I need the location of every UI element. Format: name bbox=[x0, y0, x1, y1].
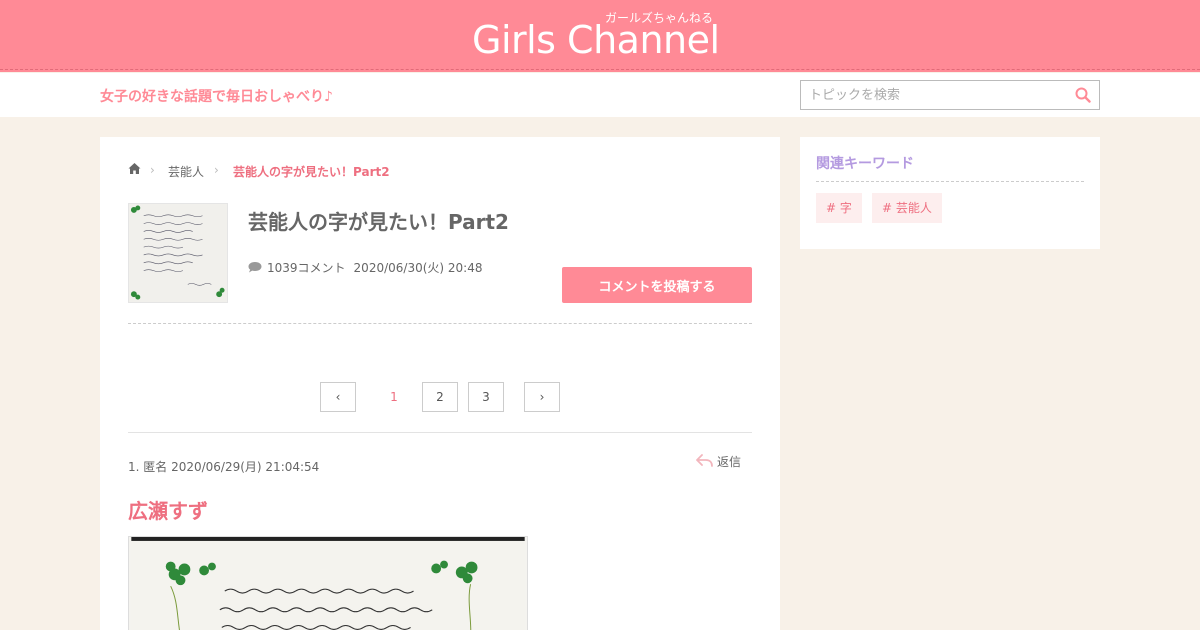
sidebar-divider bbox=[816, 181, 1084, 182]
related-keywords-title: 関連キーワード bbox=[816, 156, 914, 172]
page-2-button[interactable]: 2 bbox=[422, 382, 458, 412]
site-logo[interactable]: Girls Channel ガールズちゃんねる bbox=[472, 11, 732, 62]
site-header: Girls Channel ガールズちゃんねる bbox=[0, 0, 1200, 72]
reply-label: 返信 bbox=[717, 455, 742, 469]
page-3-button[interactable]: 3 bbox=[468, 382, 504, 412]
search-input[interactable] bbox=[801, 81, 1066, 109]
keyword-tag[interactable]: # 芸能人 bbox=[872, 193, 942, 223]
comment-count[interactable]: 1039コメント bbox=[267, 261, 346, 275]
topic-thumbnail[interactable] bbox=[128, 203, 228, 303]
comment-bubble-icon bbox=[248, 262, 262, 273]
site-tagline: 女子の好きな話題で毎日おしゃべり♪ bbox=[100, 89, 333, 105]
comments-divider bbox=[128, 432, 752, 433]
topic-panel: › 芸能人 › 芸能人の字が見たい！Part2 芸能人の字が見たい！Part2 … bbox=[100, 137, 780, 630]
next-page-button[interactable]: › bbox=[524, 382, 560, 412]
header-divider bbox=[0, 69, 1200, 70]
comment-header: 1. 匿名 2020/06/29(月) 21:04:54 bbox=[128, 460, 320, 474]
handwriting-letter-image bbox=[131, 537, 525, 630]
related-keywords-panel: 関連キーワード # 字 # 芸能人 bbox=[800, 137, 1100, 249]
keyword-tag[interactable]: # 字 bbox=[816, 193, 862, 223]
chevron-right-icon: › bbox=[214, 163, 219, 177]
breadcrumb-category[interactable]: 芸能人 bbox=[168, 163, 204, 180]
topic-title: 芸能人の字が見たい！Part2 bbox=[248, 210, 509, 234]
logo-subtitle: ガールズちゃんねる bbox=[605, 11, 714, 25]
reply-button[interactable]: 返信 bbox=[696, 453, 741, 470]
section-divider bbox=[128, 323, 752, 324]
chevron-right-icon: › bbox=[150, 163, 155, 177]
sub-header: 女子の好きな話題で毎日おしゃべり♪ bbox=[0, 73, 1200, 117]
home-icon[interactable] bbox=[128, 162, 141, 175]
topic-meta: 1039コメント 2020/06/30(火) 20:48 bbox=[248, 259, 482, 276]
page-1-button[interactable]: 1 bbox=[376, 382, 412, 412]
post-comment-button[interactable]: コメントを投稿する bbox=[562, 267, 752, 303]
topic-date: 2020/06/30(火) 20:48 bbox=[353, 261, 483, 275]
handwriting-thumbnail-image bbox=[129, 204, 227, 302]
comment-text: 広瀬すず bbox=[128, 499, 208, 523]
search-icon[interactable] bbox=[1075, 87, 1091, 103]
breadcrumb-current: 芸能人の字が見たい！Part2 bbox=[233, 165, 390, 179]
search-box bbox=[800, 80, 1100, 110]
comment-image[interactable] bbox=[128, 536, 528, 630]
prev-page-button[interactable]: ‹ bbox=[320, 382, 356, 412]
reply-arrow-icon bbox=[696, 454, 713, 467]
